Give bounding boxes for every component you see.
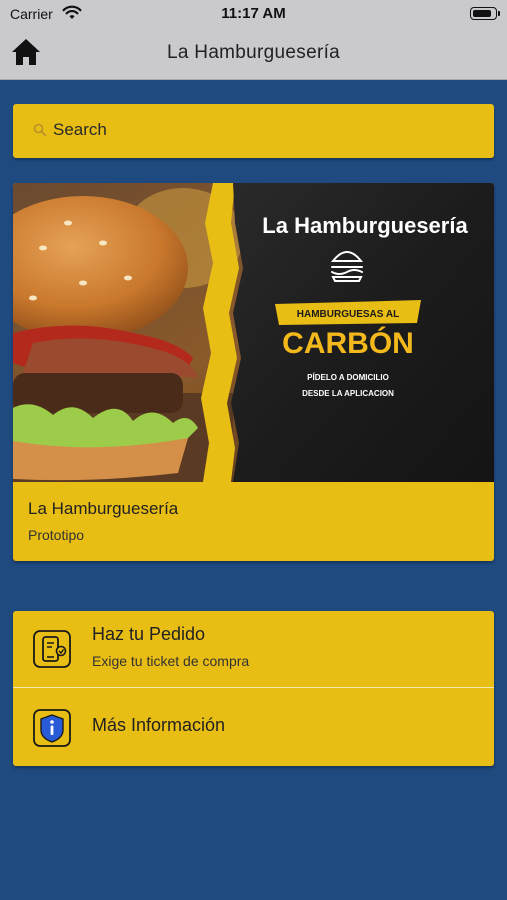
featured-card[interactable]: La Hamburguesería HAMBURGUESAS AL CARBÓN…: [13, 183, 494, 561]
banner-cta-line2: DESDE LA APLICACION: [302, 389, 394, 398]
battery-icon: [470, 7, 500, 20]
search-placeholder: Search: [53, 120, 107, 139]
navigation-bar: La Hamburguesería: [0, 28, 507, 80]
search-input[interactable]: Search: [13, 104, 494, 158]
search-icon: [33, 123, 47, 137]
status-bar: Carrier 11:17 AM: [0, 0, 507, 28]
banner-cta-line1: PÍDELO A DOMICILIO: [307, 373, 389, 382]
menu-item-order[interactable]: Haz tu Pedido Exige tu ticket de compra: [13, 611, 494, 688]
status-time: 11:17 AM: [221, 5, 286, 22]
banner-headline: CARBÓN: [282, 326, 414, 360]
banner-brand: La Hamburguesería: [262, 213, 468, 238]
menu-item-info-title: Más Información: [92, 715, 226, 735]
menu-list: Haz tu Pedido Exige tu ticket de compra …: [13, 611, 494, 766]
banner-ribbon: HAMBURGUESAS AL: [297, 309, 399, 320]
card-title: La Hamburguesería: [28, 499, 179, 518]
card-subtitle: Prototipo: [28, 527, 85, 543]
page-title: La Hamburguesería: [166, 42, 341, 63]
mobile-order-icon: [33, 630, 71, 668]
battery-level: [473, 10, 491, 17]
menu-item-order-title: Haz tu Pedido: [92, 624, 206, 644]
info-icon: [33, 709, 71, 747]
promo-banner: La Hamburguesería HAMBURGUESAS AL CARBÓN…: [13, 183, 494, 482]
menu-item-order-subtitle: Exige tu ticket de compra: [92, 653, 250, 669]
menu-item-info[interactable]: Más Información: [13, 688, 494, 766]
